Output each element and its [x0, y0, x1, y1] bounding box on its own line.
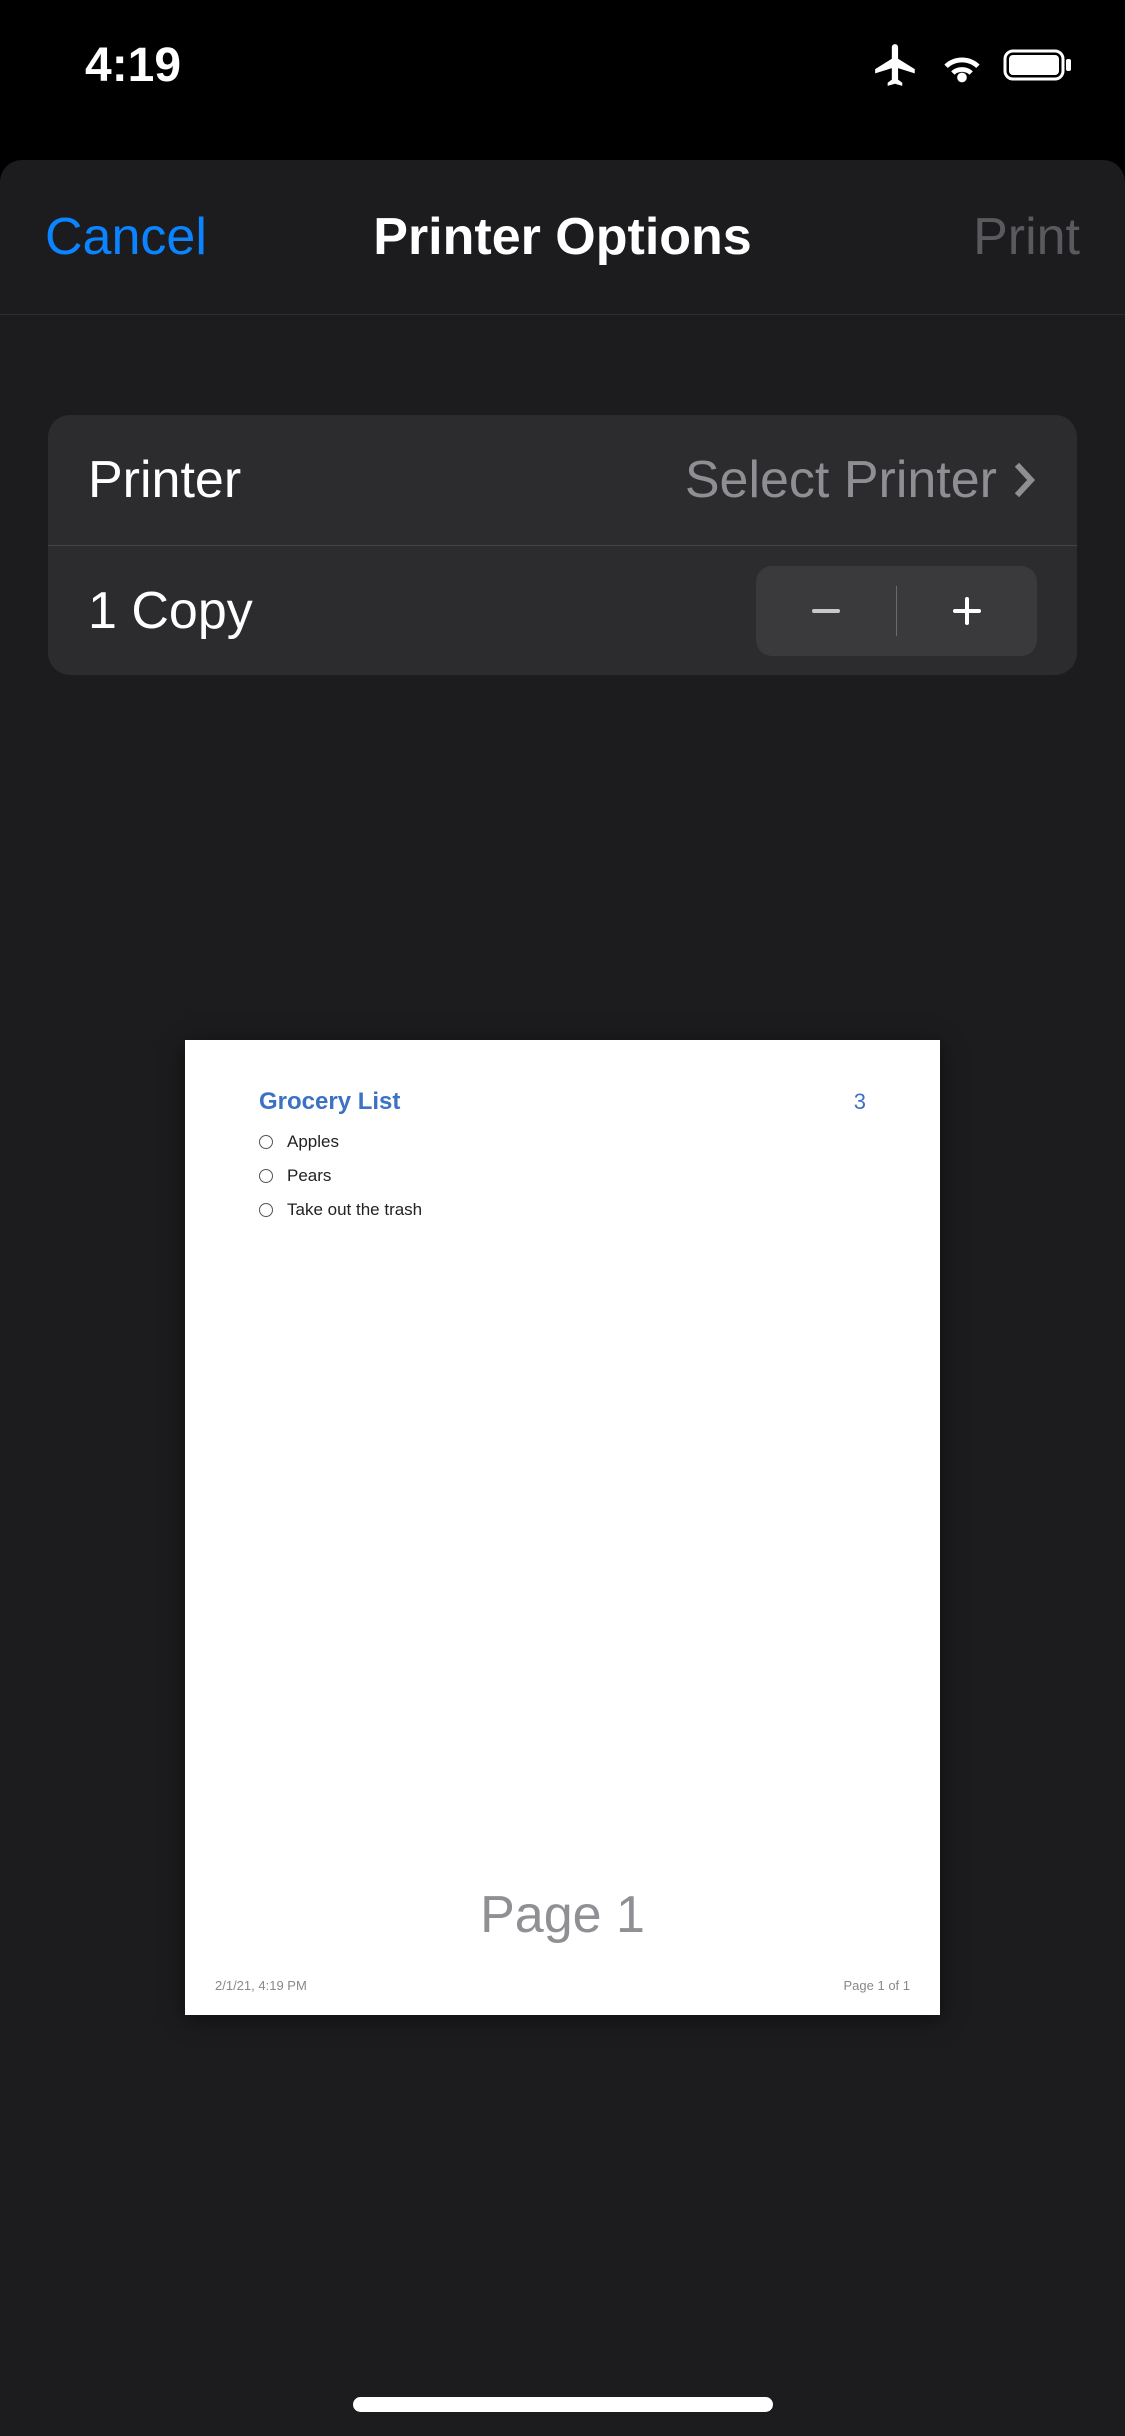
increment-button[interactable] [897, 566, 1037, 656]
footer-page: Page 1 of 1 [844, 1978, 911, 1993]
copies-stepper [756, 566, 1037, 656]
copies-row: 1 Copy [48, 545, 1077, 675]
page-number-label: Page 1 [185, 1855, 940, 1955]
checkbox-circle-icon [259, 1169, 273, 1183]
decrement-button[interactable] [756, 566, 896, 656]
checkbox-circle-icon [259, 1135, 273, 1149]
footer-date: 2/1/21, 4:19 PM [215, 1978, 307, 1993]
printer-value: Select Printer [685, 450, 997, 510]
status-bar: 4:19 [0, 0, 1125, 130]
page-content: Grocery List 3 Apples Pears Take out the t… [185, 1040, 940, 1282]
status-time: 4:19 [85, 38, 181, 93]
document-header: Grocery List 3 [259, 1088, 866, 1116]
document-footer: 2/1/21, 4:19 PM Page 1 of 1 [215, 1978, 910, 1993]
print-button[interactable]: Print [973, 207, 1080, 267]
chevron-right-icon [1011, 460, 1037, 500]
wifi-icon [939, 45, 985, 85]
settings-group: Printer Select Printer 1 Copy [48, 415, 1077, 675]
minus-icon [806, 591, 846, 631]
cancel-button[interactable]: Cancel [45, 207, 207, 267]
list-item-label: Take out the trash [287, 1200, 422, 1220]
printer-label: Printer [88, 450, 241, 510]
page-title: Printer Options [373, 207, 751, 267]
document-title: Grocery List [259, 1088, 400, 1116]
document-count: 3 [854, 1089, 866, 1115]
checkbox-circle-icon [259, 1203, 273, 1217]
printer-options-sheet: Cancel Printer Options Print Printer Sel… [0, 160, 1125, 2436]
list-item-label: Apples [287, 1132, 339, 1152]
copies-label: 1 Copy [88, 581, 253, 641]
printer-value-wrap: Select Printer [685, 450, 1037, 510]
print-preview-area: Grocery List 3 Apples Pears Take out the t… [0, 780, 1125, 2436]
battery-icon [1003, 47, 1075, 83]
airplane-mode-icon [871, 40, 921, 90]
preview-page-1[interactable]: Grocery List 3 Apples Pears Take out the t… [185, 1040, 940, 2015]
status-icons [871, 40, 1075, 90]
navigation-bar: Cancel Printer Options Print [0, 160, 1125, 315]
document-items: Apples Pears Take out the trash [259, 1132, 866, 1220]
list-item: Take out the trash [259, 1200, 866, 1220]
home-indicator[interactable] [353, 2397, 773, 2412]
printer-row[interactable]: Printer Select Printer [48, 415, 1077, 545]
plus-icon [947, 591, 987, 631]
list-item: Apples [259, 1132, 866, 1152]
list-item-label: Pears [287, 1166, 331, 1186]
list-item: Pears [259, 1166, 866, 1186]
